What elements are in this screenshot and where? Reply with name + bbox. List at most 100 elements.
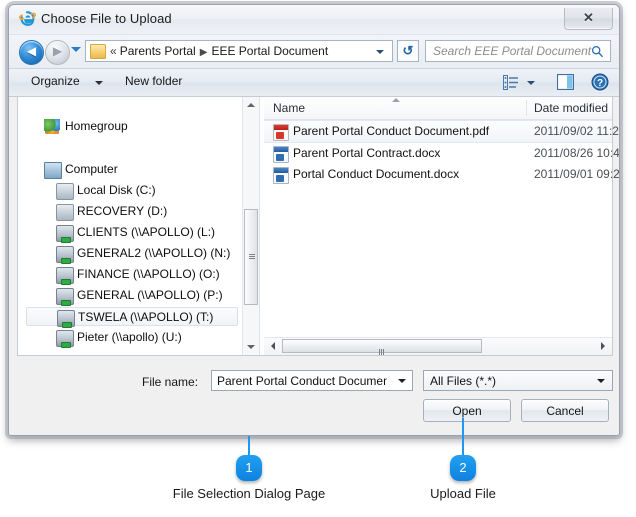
nav-item[interactable]: Homegroup — [26, 117, 238, 136]
nav-item-label: Local Disk (C:) — [77, 183, 156, 197]
callout-badge-1: 1 — [236, 455, 262, 481]
network-drive-icon — [56, 225, 74, 242]
view-chevron-down-icon[interactable] — [527, 81, 535, 85]
grip-icon — [379, 344, 385, 350]
navigation-pane-scrollbar[interactable] — [242, 97, 259, 355]
breadcrumb: «Parents Portal▶EEE Portal Document — [110, 44, 328, 58]
column-header-name[interactable]: Name — [273, 101, 305, 115]
nav-item[interactable]: Local Disk (C:) — [26, 181, 238, 200]
file-name-cell: Portal Conduct Document.docx — [293, 167, 459, 181]
forward-button[interactable]: ▶ — [45, 40, 70, 65]
cancel-button-label: Cancel — [522, 404, 608, 418]
breadcrumb-item-1[interactable]: EEE Portal Document — [211, 44, 328, 58]
back-button[interactable]: ◀ — [19, 40, 44, 65]
back-arrow-icon: ◀ — [20, 44, 43, 58]
file-date-cell: 2011/09/02 11:28 — [534, 124, 620, 138]
close-icon: ✕ — [565, 10, 612, 26]
address-bar: ◀ ▶ «Parents Portal▶EEE Portal Document … — [9, 35, 619, 68]
table-row[interactable]: Parent Portal Contract.docx2011/08/26 10… — [264, 143, 612, 164]
organize-button[interactable]: Organize — [31, 74, 80, 88]
disk-icon — [56, 204, 74, 221]
grip-icon — [249, 254, 255, 260]
folder-icon — [90, 44, 106, 59]
cancel-button[interactable]: Cancel — [521, 399, 609, 422]
column-header-row: Name Date modified — [264, 97, 612, 120]
nav-item[interactable]: GENERAL (\\APOLLO) (P:) — [26, 286, 238, 305]
open-button-label: Open — [424, 404, 510, 418]
network-drive-icon — [56, 330, 74, 347]
network-drive-icon — [56, 288, 74, 305]
breadcrumb-bar[interactable]: «Parents Portal▶EEE Portal Document — [85, 40, 393, 62]
recent-locations-chevron-down-icon[interactable] — [71, 47, 81, 52]
help-icon[interactable]: ? — [591, 73, 609, 91]
file-type-select[interactable]: All Files (*.*) — [423, 370, 613, 391]
nav-item[interactable]: GENERAL2 (\\APOLLO) (N:) — [26, 244, 238, 263]
horizontal-scrollbar-thumb[interactable] — [282, 339, 482, 353]
file-list-horizontal-scrollbar[interactable] — [264, 337, 612, 355]
column-header-date-modified[interactable]: Date modified — [534, 101, 608, 115]
scroll-right-button[interactable] — [595, 338, 611, 354]
callout-line-2 — [462, 418, 464, 460]
nav-item-label: Pieter (\\apollo) (U:) — [77, 330, 182, 344]
search-input[interactable]: Search EEE Portal Document — [425, 40, 611, 62]
file-name-chevron-down-icon[interactable] — [398, 379, 406, 383]
triangle-up-icon — [247, 103, 255, 107]
forward-arrow-icon: ▶ — [46, 44, 69, 58]
nav-item-label: CLIENTS (\\APOLLO) (L:) — [77, 225, 215, 239]
callout-label-2: Upload File — [383, 486, 543, 501]
scroll-up-button[interactable] — [243, 97, 259, 113]
callout-badge-2-number: 2 — [450, 460, 476, 475]
list-view-icon[interactable] — [503, 75, 519, 90]
callout-badge-1-number: 1 — [236, 460, 262, 475]
close-button[interactable]: ✕ — [564, 8, 613, 30]
breadcrumb-overflow-chevrons[interactable]: « — [110, 44, 120, 58]
nav-item[interactable]: RECOVERY (D:) — [26, 202, 238, 221]
breadcrumb-item-0[interactable]: Parents Portal — [120, 44, 196, 58]
scroll-left-button[interactable] — [265, 338, 281, 354]
breadcrumb-separator-icon: ▶ — [196, 47, 212, 58]
nav-item[interactable]: CLIENTS (\\APOLLO) (L:) — [26, 223, 238, 242]
callout-label-1: File Selection Dialog Page — [149, 486, 349, 501]
sort-ascending-icon — [392, 98, 400, 102]
table-row[interactable]: Parent Portal Conduct Document.pdf2011/0… — [264, 120, 612, 143]
nav-item[interactable]: Computer — [26, 160, 238, 179]
nav-item[interactable]: FINANCE (\\APOLLO) (O:) — [26, 265, 238, 284]
preview-pane-icon[interactable] — [557, 74, 574, 90]
pdf-file-icon — [273, 124, 289, 141]
file-rows-container: Parent Portal Conduct Document.pdf2011/0… — [264, 120, 612, 185]
scroll-down-button[interactable] — [243, 339, 259, 355]
disk-icon — [56, 183, 74, 200]
computer-icon — [44, 162, 62, 179]
word-file-icon — [273, 167, 289, 184]
network-drive-icon — [56, 267, 74, 284]
file-type-value: All Files (*.*) — [430, 374, 496, 388]
column-divider[interactable] — [526, 100, 527, 116]
nav-item[interactable]: Pieter (\\apollo) (U:) — [26, 328, 238, 347]
internet-explorer-icon — [18, 10, 36, 28]
nav-item-label: GENERAL (\\APOLLO) (P:) — [77, 288, 223, 302]
table-row[interactable]: Portal Conduct Document.docx2011/09/01 0… — [264, 164, 612, 185]
triangle-down-icon — [247, 345, 255, 349]
nav-item-label: RECOVERY (D:) — [77, 204, 167, 218]
refresh-icon: ↺ — [398, 43, 418, 59]
file-name-label: File name: — [142, 375, 198, 389]
word-file-icon — [273, 146, 289, 163]
file-name-input[interactable]: Parent Portal Conduct Document. — [211, 370, 413, 391]
network-drive-icon — [56, 246, 74, 263]
file-date-cell: 2011/08/26 10:47 — [534, 146, 620, 160]
refresh-button[interactable]: ↺ — [397, 40, 419, 62]
organize-chevron-down-icon[interactable] — [95, 81, 103, 85]
explorer-body: Homegroup Computer Local Disk (C:) RECOVERY… — [17, 96, 613, 356]
file-list-pane: Name Date modified Parent Portal Conduct… — [264, 97, 612, 355]
open-button[interactable]: Open — [423, 399, 511, 422]
nav-item-label: Computer — [65, 162, 118, 176]
scrollbar-thumb[interactable] — [244, 209, 258, 305]
breadcrumb-chevron-down-icon[interactable] — [376, 50, 384, 54]
svg-text:?: ? — [597, 78, 603, 89]
callout-badge-2: 2 — [450, 455, 476, 481]
navigation-pane: Homegroup Computer Local Disk (C:) RECOVERY… — [18, 97, 242, 355]
nav-item[interactable]: TSWELA (\\APOLLO) (T:) — [26, 307, 238, 326]
title-bar: Choose File to Upload ✕ — [9, 5, 619, 35]
file-name-cell: Parent Portal Conduct Document.pdf — [293, 124, 489, 138]
new-folder-button[interactable]: New folder — [125, 74, 182, 88]
